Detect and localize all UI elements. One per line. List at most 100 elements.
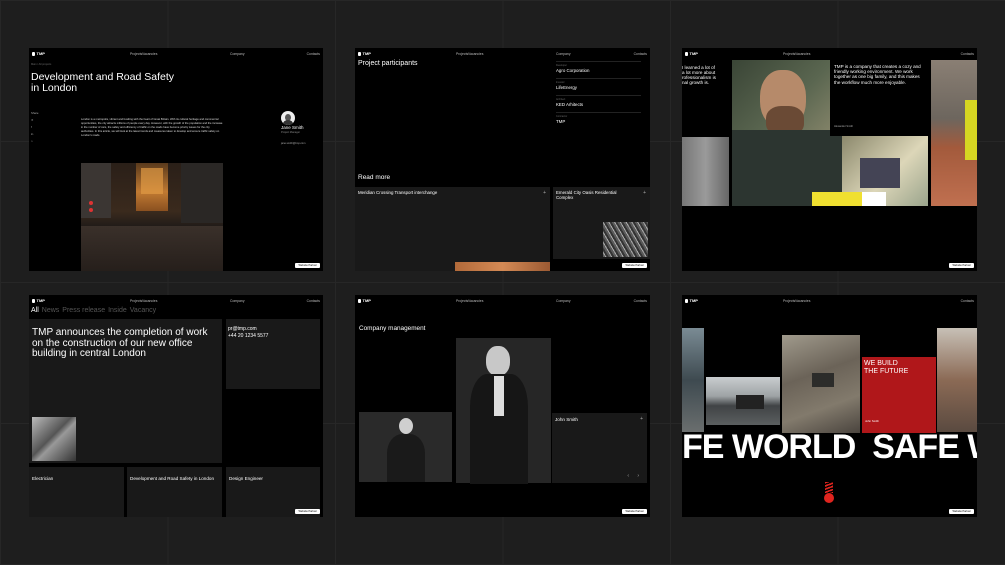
list-item: Contractor TMP <box>556 112 641 129</box>
news-panel: TMP Projects Vacancies Company Contacts … <box>29 295 323 517</box>
brand-mark-icon <box>824 482 834 504</box>
logo[interactable]: TMP <box>685 51 698 56</box>
top-nav: TMP Projects Vacancies Contacts <box>682 48 977 60</box>
press-phone[interactable]: +44 20 1234 5577 <box>228 333 268 340</box>
top-nav: TMP Projects Vacancies Company Contacts <box>355 295 650 307</box>
x-icon[interactable]: ✕ <box>31 117 35 124</box>
plus-icon: + <box>643 190 646 196</box>
project-card[interactable]: Emerald City Oasis Residential Complex + <box>553 187 650 259</box>
nav-company[interactable]: Company <box>230 52 245 56</box>
partial-quote-left: I learned a lot of a lot more about rofe… <box>682 65 716 85</box>
filter-vacancy[interactable]: Vacancy <box>130 307 156 314</box>
list-item: Architect KED Arhitects <box>556 95 641 112</box>
avatar <box>281 111 295 125</box>
nav-vacancies[interactable]: Vacancies <box>142 52 157 56</box>
nav-company[interactable]: Company <box>556 299 571 303</box>
logo[interactable]: TMP <box>32 51 45 56</box>
news-headline: TMP announces the completion of work on … <box>32 327 208 359</box>
filter-press-release[interactable]: Press release <box>62 307 105 314</box>
featured-news-card[interactable]: TMP announces the completion of work on … <box>29 319 222 463</box>
work-with-us-button[interactable]: Website Partner <box>622 508 647 514</box>
work-with-us-button[interactable]: Website Partner <box>295 262 320 268</box>
top-nav: TMP Projects Vacancies Company Contacts <box>29 295 323 307</box>
project-card[interactable]: Meridian Crossing Transport interchange … <box>355 187 550 271</box>
news-image <box>32 417 76 461</box>
top-nav: TMP Projects Vacancies Company Contacts <box>29 48 323 60</box>
nav-contacts[interactable]: Contacts <box>634 299 647 303</box>
nav-projects[interactable]: Projects <box>783 299 795 303</box>
director-photo <box>456 338 551 484</box>
share-label: Share <box>31 111 39 115</box>
nav-vacancies[interactable]: Vacancies <box>468 299 483 303</box>
participants-heading: Project participants <box>358 60 418 67</box>
news-card[interactable]: Electrician <box>29 467 124 517</box>
plus-icon: + <box>543 190 546 196</box>
work-with-us-button[interactable]: Website Partner <box>622 262 647 268</box>
page-title: Development and Road Safety in London <box>31 71 175 94</box>
nav-projects[interactable]: Projects <box>130 52 142 56</box>
logo-icon <box>358 51 361 56</box>
work-with-us-button[interactable]: Website Partner <box>295 508 320 514</box>
testimonial-panel: TMP Projects Vacancies Contacts I learne… <box>682 48 977 271</box>
quote-card: TMP is a company that creates a cozy and… <box>830 60 928 136</box>
nav-projects[interactable]: Projects <box>456 52 468 56</box>
person-name: Jane Smith <box>281 125 304 130</box>
nav-contacts[interactable]: Contacts <box>634 52 647 56</box>
safe-world-panel: TMP Projects Vacancies Contacts WE BUILD… <box>682 295 977 517</box>
filter-all[interactable]: All <box>31 307 39 314</box>
list-item: Investor LifeEnergy <box>556 78 641 95</box>
project-card-image <box>455 262 550 271</box>
nav-projects[interactable]: Projects <box>456 299 468 303</box>
project-card-image <box>603 222 648 257</box>
logo-icon <box>685 298 688 303</box>
nav-projects[interactable]: Projects <box>130 299 142 303</box>
logo[interactable]: TMP <box>685 298 698 303</box>
person-role: Project Manager <box>281 131 301 134</box>
prev-arrow-icon[interactable]: ‹ <box>627 473 629 479</box>
facebook-icon[interactable]: f <box>31 124 35 131</box>
logo-icon <box>32 298 35 303</box>
nav-vacancies[interactable]: Vacancies <box>795 52 810 56</box>
logo-icon <box>685 51 688 56</box>
breadcrumb[interactable]: Main / All projects <box>31 63 51 66</box>
work-with-us-button[interactable]: Website Partner <box>949 508 974 514</box>
share-icons: ✕ f in ⌁ <box>31 117 35 145</box>
construction-photo <box>931 60 977 206</box>
nav-contacts[interactable]: Contacts <box>961 52 974 56</box>
nav-contacts[interactable]: Contacts <box>307 52 320 56</box>
linkedin-icon[interactable]: in <box>31 131 35 138</box>
logo[interactable]: TMP <box>32 298 45 303</box>
plus-icon: + <box>640 416 643 422</box>
work-with-us-button[interactable]: Website Partner <box>949 262 974 268</box>
manager-card[interactable]: John Smith + ‹ › <box>552 413 647 483</box>
excavator-photo <box>782 335 860 433</box>
logo-icon <box>358 298 361 303</box>
side-photo <box>682 137 729 206</box>
next-arrow-icon[interactable]: › <box>637 473 639 479</box>
street-photo <box>81 163 223 271</box>
link-icon[interactable]: ⌁ <box>31 138 35 145</box>
article-body: London is a metropolis, vibrant and bust… <box>81 118 223 137</box>
participants-list: Developer Agro Corporation Investor Life… <box>556 61 641 129</box>
we-build-banner: WE BUILD THE FUTURE John Smith <box>862 357 936 433</box>
project-page-panel: TMP Projects Vacancies Company Contacts … <box>29 48 323 271</box>
filter-inside[interactable]: Inside <box>108 307 127 314</box>
nav-vacancies[interactable]: Vacancies <box>795 299 810 303</box>
nav-company[interactable]: Company <box>556 52 571 56</box>
person-email[interactable]: jane.smith@tmp.com <box>281 142 305 145</box>
read-more-heading: Read more <box>358 174 391 181</box>
nav-contacts[interactable]: Contacts <box>961 299 974 303</box>
top-nav: TMP Projects Vacancies Contacts <box>682 295 977 307</box>
nav-projects[interactable]: Projects <box>783 52 795 56</box>
nav-contacts[interactable]: Contacts <box>307 299 320 303</box>
nav-company[interactable]: Company <box>230 299 245 303</box>
logo[interactable]: TMP <box>358 51 371 56</box>
management-heading: Company management <box>359 325 426 332</box>
nav-vacancies[interactable]: Vacancies <box>142 299 157 303</box>
management-panel: TMP Projects Vacancies Company Contacts … <box>355 295 650 517</box>
logo[interactable]: TMP <box>358 298 371 303</box>
filter-news[interactable]: News <box>42 307 60 314</box>
news-card[interactable]: Development and Road Safety in London <box>127 467 222 517</box>
nav-vacancies[interactable]: Vacancies <box>468 52 483 56</box>
manager-photo <box>359 412 452 482</box>
